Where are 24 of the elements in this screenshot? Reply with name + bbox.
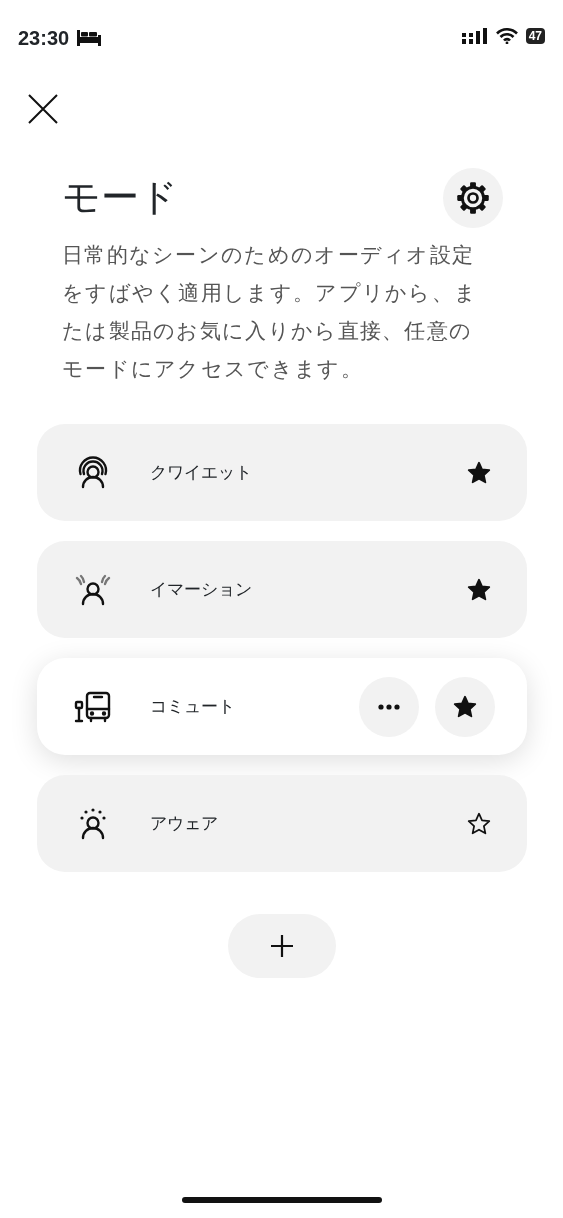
mode-card[interactable]: アウェア — [37, 775, 527, 872]
close-button[interactable] — [26, 92, 60, 126]
mode-label: イマーション — [150, 577, 253, 601]
wifi-icon — [495, 28, 518, 44]
filled-star-icon — [466, 576, 492, 603]
filled-star-icon — [466, 459, 492, 486]
filled-star-icon — [452, 693, 478, 720]
description-text: 日常的なシーンのためのオーディオ設定をすばやく適用します。アプリから、または製品のお気に入りから直接、任意のモードにアクセスできます。 — [61, 242, 479, 383]
battery-icon: 47 — [525, 28, 545, 44]
signal-icon — [461, 28, 488, 44]
mode-label: アウェア — [150, 811, 219, 835]
settings-icon — [455, 180, 491, 216]
outline-star-icon — [466, 810, 492, 837]
mode-card[interactable]: クワイエット — [37, 424, 527, 521]
plus-icon — [268, 933, 295, 959]
more-icon — [378, 703, 400, 710]
mode-label: クワイエット — [150, 460, 253, 484]
page-title: モード — [62, 175, 178, 221]
status-time: 23:30 — [18, 28, 70, 48]
mode-card[interactable]: コミュート — [37, 658, 527, 755]
close-icon — [26, 92, 60, 126]
bed-icon — [77, 30, 102, 46]
mode-label: コミュート — [150, 694, 236, 718]
mode-card[interactable]: イマーション — [37, 541, 527, 638]
